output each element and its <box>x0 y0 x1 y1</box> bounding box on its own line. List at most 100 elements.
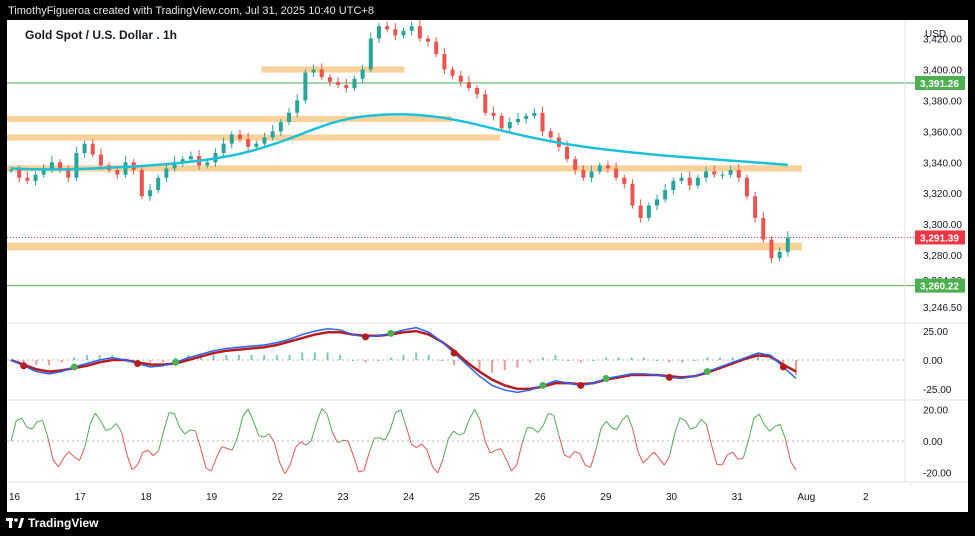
osc-segment <box>216 446 223 458</box>
candle-body <box>25 177 30 181</box>
osc-segment <box>558 435 565 455</box>
macd-cross-marker <box>20 362 28 370</box>
candle-body <box>49 162 54 169</box>
y-axis: 3,420.003,400.003,380.003,360.003,340.00… <box>904 20 965 482</box>
macd-histogram-bar <box>617 357 620 360</box>
chart-area[interactable]: 3,420.00 3,400.00 3,380.00 3,360.00 3,340.00… <box>7 20 968 512</box>
osc-segment <box>152 450 159 456</box>
osc-segment <box>711 445 718 465</box>
candle-body <box>287 112 292 123</box>
osc-segment <box>289 447 296 465</box>
macd-cross-marker <box>665 373 673 381</box>
candle-body <box>540 112 545 132</box>
chart-svg[interactable]: 3,420.003,400.003,380.003,360.003,340.00… <box>7 20 968 512</box>
footer-brand[interactable]: TradingView <box>6 516 98 530</box>
osc-segment <box>690 426 697 430</box>
macd-histogram-bar <box>503 360 506 371</box>
osc-segment <box>484 441 491 454</box>
candle-body <box>491 112 496 116</box>
candle-body <box>458 75 463 82</box>
osc-segment <box>242 408 249 417</box>
candle-body <box>66 170 71 178</box>
time-tick-label: 25 <box>469 492 481 503</box>
candle-body <box>442 54 447 70</box>
price-tick-label: 3,380.00 <box>923 96 962 107</box>
current-price-tag: 3,291.39 <box>920 233 959 244</box>
candle-body <box>319 69 324 78</box>
candle-body <box>246 139 251 147</box>
candle-body <box>434 41 439 55</box>
osc-segment <box>468 409 476 420</box>
osc-segment <box>411 443 417 449</box>
candle-body <box>663 190 668 200</box>
candle-body <box>646 205 651 218</box>
macd-histogram-bar <box>313 352 316 360</box>
osc-segment <box>416 443 423 449</box>
macd-histogram-bar <box>73 357 76 360</box>
macd-pane <box>7 326 968 401</box>
candle-body <box>409 26 414 31</box>
attribution-text: TimothyFigueroa created with TradingView… <box>8 5 374 17</box>
osc-segment <box>194 430 202 449</box>
macd-histogram-bar <box>225 354 228 360</box>
osc-segment <box>210 457 217 472</box>
candle-body <box>728 170 733 175</box>
osc-segment <box>490 449 496 454</box>
macd-histogram-bar <box>22 360 25 363</box>
macd-histogram-bar <box>681 360 684 363</box>
osc-segment <box>595 428 602 451</box>
time-tick-label: 24 <box>403 492 415 503</box>
osc-segment <box>231 436 239 451</box>
macd-histogram-bar <box>161 360 164 363</box>
osc-segment <box>268 433 275 443</box>
macd-histogram-bar <box>630 357 633 360</box>
osc-segment <box>316 408 323 423</box>
time-tick-label: 16 <box>9 492 21 503</box>
macd-cross-marker <box>134 359 142 367</box>
price-tick-label: 3,246.50 <box>923 303 962 314</box>
osc-segment <box>748 418 755 440</box>
price-tick-label: 3,300.00 <box>923 220 962 231</box>
macd-histogram-bar <box>85 354 88 360</box>
candle-body <box>507 122 512 129</box>
candle-body <box>597 165 602 172</box>
macd-histogram-bar <box>377 360 380 361</box>
candle-body <box>450 69 455 76</box>
candle-body <box>123 162 128 175</box>
macd-histogram-bar <box>605 357 608 360</box>
osc-segment <box>326 414 333 433</box>
candle-body <box>426 38 431 42</box>
candle-body <box>736 170 741 178</box>
macd-histogram-bar <box>516 360 519 368</box>
candle-body <box>565 146 570 160</box>
candle-body <box>352 78 357 89</box>
osc-segment <box>742 439 750 459</box>
candle-body <box>483 94 488 113</box>
macd-cross-marker <box>779 363 787 371</box>
candle-body <box>630 183 635 206</box>
time-tick-label: Aug <box>797 492 815 503</box>
candle-body <box>401 30 406 36</box>
macd-cross-marker <box>602 375 610 382</box>
osc-segment <box>695 419 702 428</box>
osc-tick-label: 20.00 <box>923 405 948 416</box>
price-tick-label: 3,360.00 <box>923 127 962 138</box>
osc-segment <box>790 461 797 471</box>
candle-body <box>17 170 22 178</box>
footer-brand-label: TradingView <box>28 516 99 530</box>
chart-title: Gold Spot / U.S. Dollar . 1h <box>25 28 178 42</box>
candle-body <box>74 152 79 178</box>
osc-segment <box>426 450 433 467</box>
macd-histogram-bar <box>668 360 671 363</box>
osc-segment <box>363 452 370 471</box>
osc-segment <box>632 428 639 452</box>
osc-segment <box>310 422 318 441</box>
osc-tick-label: -20.00 <box>923 469 952 480</box>
osc-segment <box>474 409 481 420</box>
candle-body <box>278 122 283 132</box>
osc-segment <box>121 432 128 455</box>
macd-histogram-bar <box>263 354 266 360</box>
candle-body <box>393 29 398 36</box>
macd-histogram-bar <box>731 357 734 360</box>
osc-segment <box>205 467 212 472</box>
